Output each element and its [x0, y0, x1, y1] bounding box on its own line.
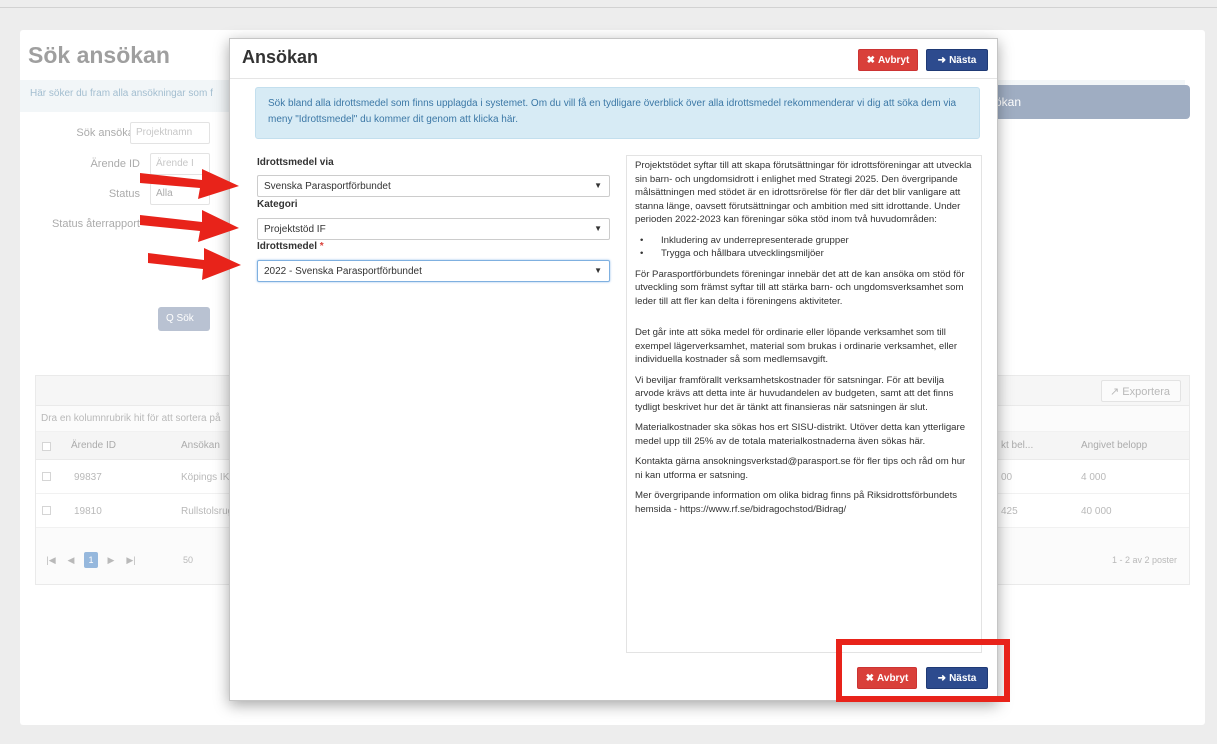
via-select[interactable]: Svenska Parasportförbundet ▼: [257, 175, 610, 197]
close-icon: ✖: [866, 55, 876, 66]
description-paragraph: Materialkostnader ska sökas hos ert SISU…: [635, 422, 966, 447]
description-paragraph: Det går inte att söka medel för ordinari…: [635, 327, 958, 365]
annotation-highlight-box: [836, 639, 1010, 702]
category-label: Kategori: [257, 199, 298, 210]
medel-value: 2022 - Svenska Parasportförbundet: [264, 266, 422, 277]
list-item: Inkludering av underrepresenterade grupp…: [635, 234, 973, 248]
category-select[interactable]: Projektstöd IF ▼: [257, 218, 610, 240]
list-item: Trygga och hållbara utvecklingsmiljöer: [635, 247, 973, 261]
arrow-right-circle-icon: ➜: [937, 55, 947, 66]
caret-down-icon: ▼: [594, 224, 602, 233]
description-panel: Projektstödet syftar till att skapa föru…: [626, 155, 982, 653]
annotation-arrow-icon: [140, 169, 239, 199]
via-value: Svenska Parasportförbundet: [264, 181, 391, 192]
medel-select[interactable]: 2022 - Svenska Parasportförbundet ▼: [257, 260, 610, 282]
cancel-button[interactable]: ✖ Avbryt: [858, 49, 918, 71]
annotation-arrow-icon: [148, 248, 241, 280]
next-button[interactable]: ➜ Nästa: [926, 49, 988, 71]
cancel-label: Avbryt: [878, 55, 910, 66]
description-paragraph: Kontakta gärna ansokningsverkstad@parasp…: [635, 456, 966, 481]
description-paragraph: Vi beviljar framförallt verksamhetskostn…: [635, 374, 954, 413]
medel-label-text: Idrottsmedel: [257, 241, 318, 252]
category-value: Projektstöd IF: [264, 224, 326, 235]
medel-label: Idrottsmedel *: [257, 241, 324, 252]
info-alert: Sök bland alla idrottsmedel som finns up…: [255, 87, 980, 139]
description-paragraph: Projektstödet syftar till att skapa föru…: [635, 160, 972, 225]
description-paragraph: För Parasportförbundets föreningar inneb…: [635, 268, 965, 307]
via-label: Idrottsmedel via: [257, 157, 334, 168]
caret-down-icon: ▼: [594, 266, 602, 275]
required-marker: *: [319, 241, 324, 252]
application-modal: Ansökan ✖ Avbryt ➜ Nästa Sök bland alla id…: [229, 38, 998, 701]
next-label: Nästa: [949, 55, 977, 66]
modal-title: Ansökan: [242, 47, 319, 67]
description-paragraph: Mer övergripande information om olika bi…: [635, 490, 958, 515]
modal-header: Ansökan ✖ Avbryt ➜ Nästa: [230, 39, 997, 79]
description-list: Inkludering av underrepresenterade grupp…: [635, 234, 973, 261]
caret-down-icon: ▼: [594, 181, 602, 190]
annotation-arrow-icon: [140, 210, 239, 242]
